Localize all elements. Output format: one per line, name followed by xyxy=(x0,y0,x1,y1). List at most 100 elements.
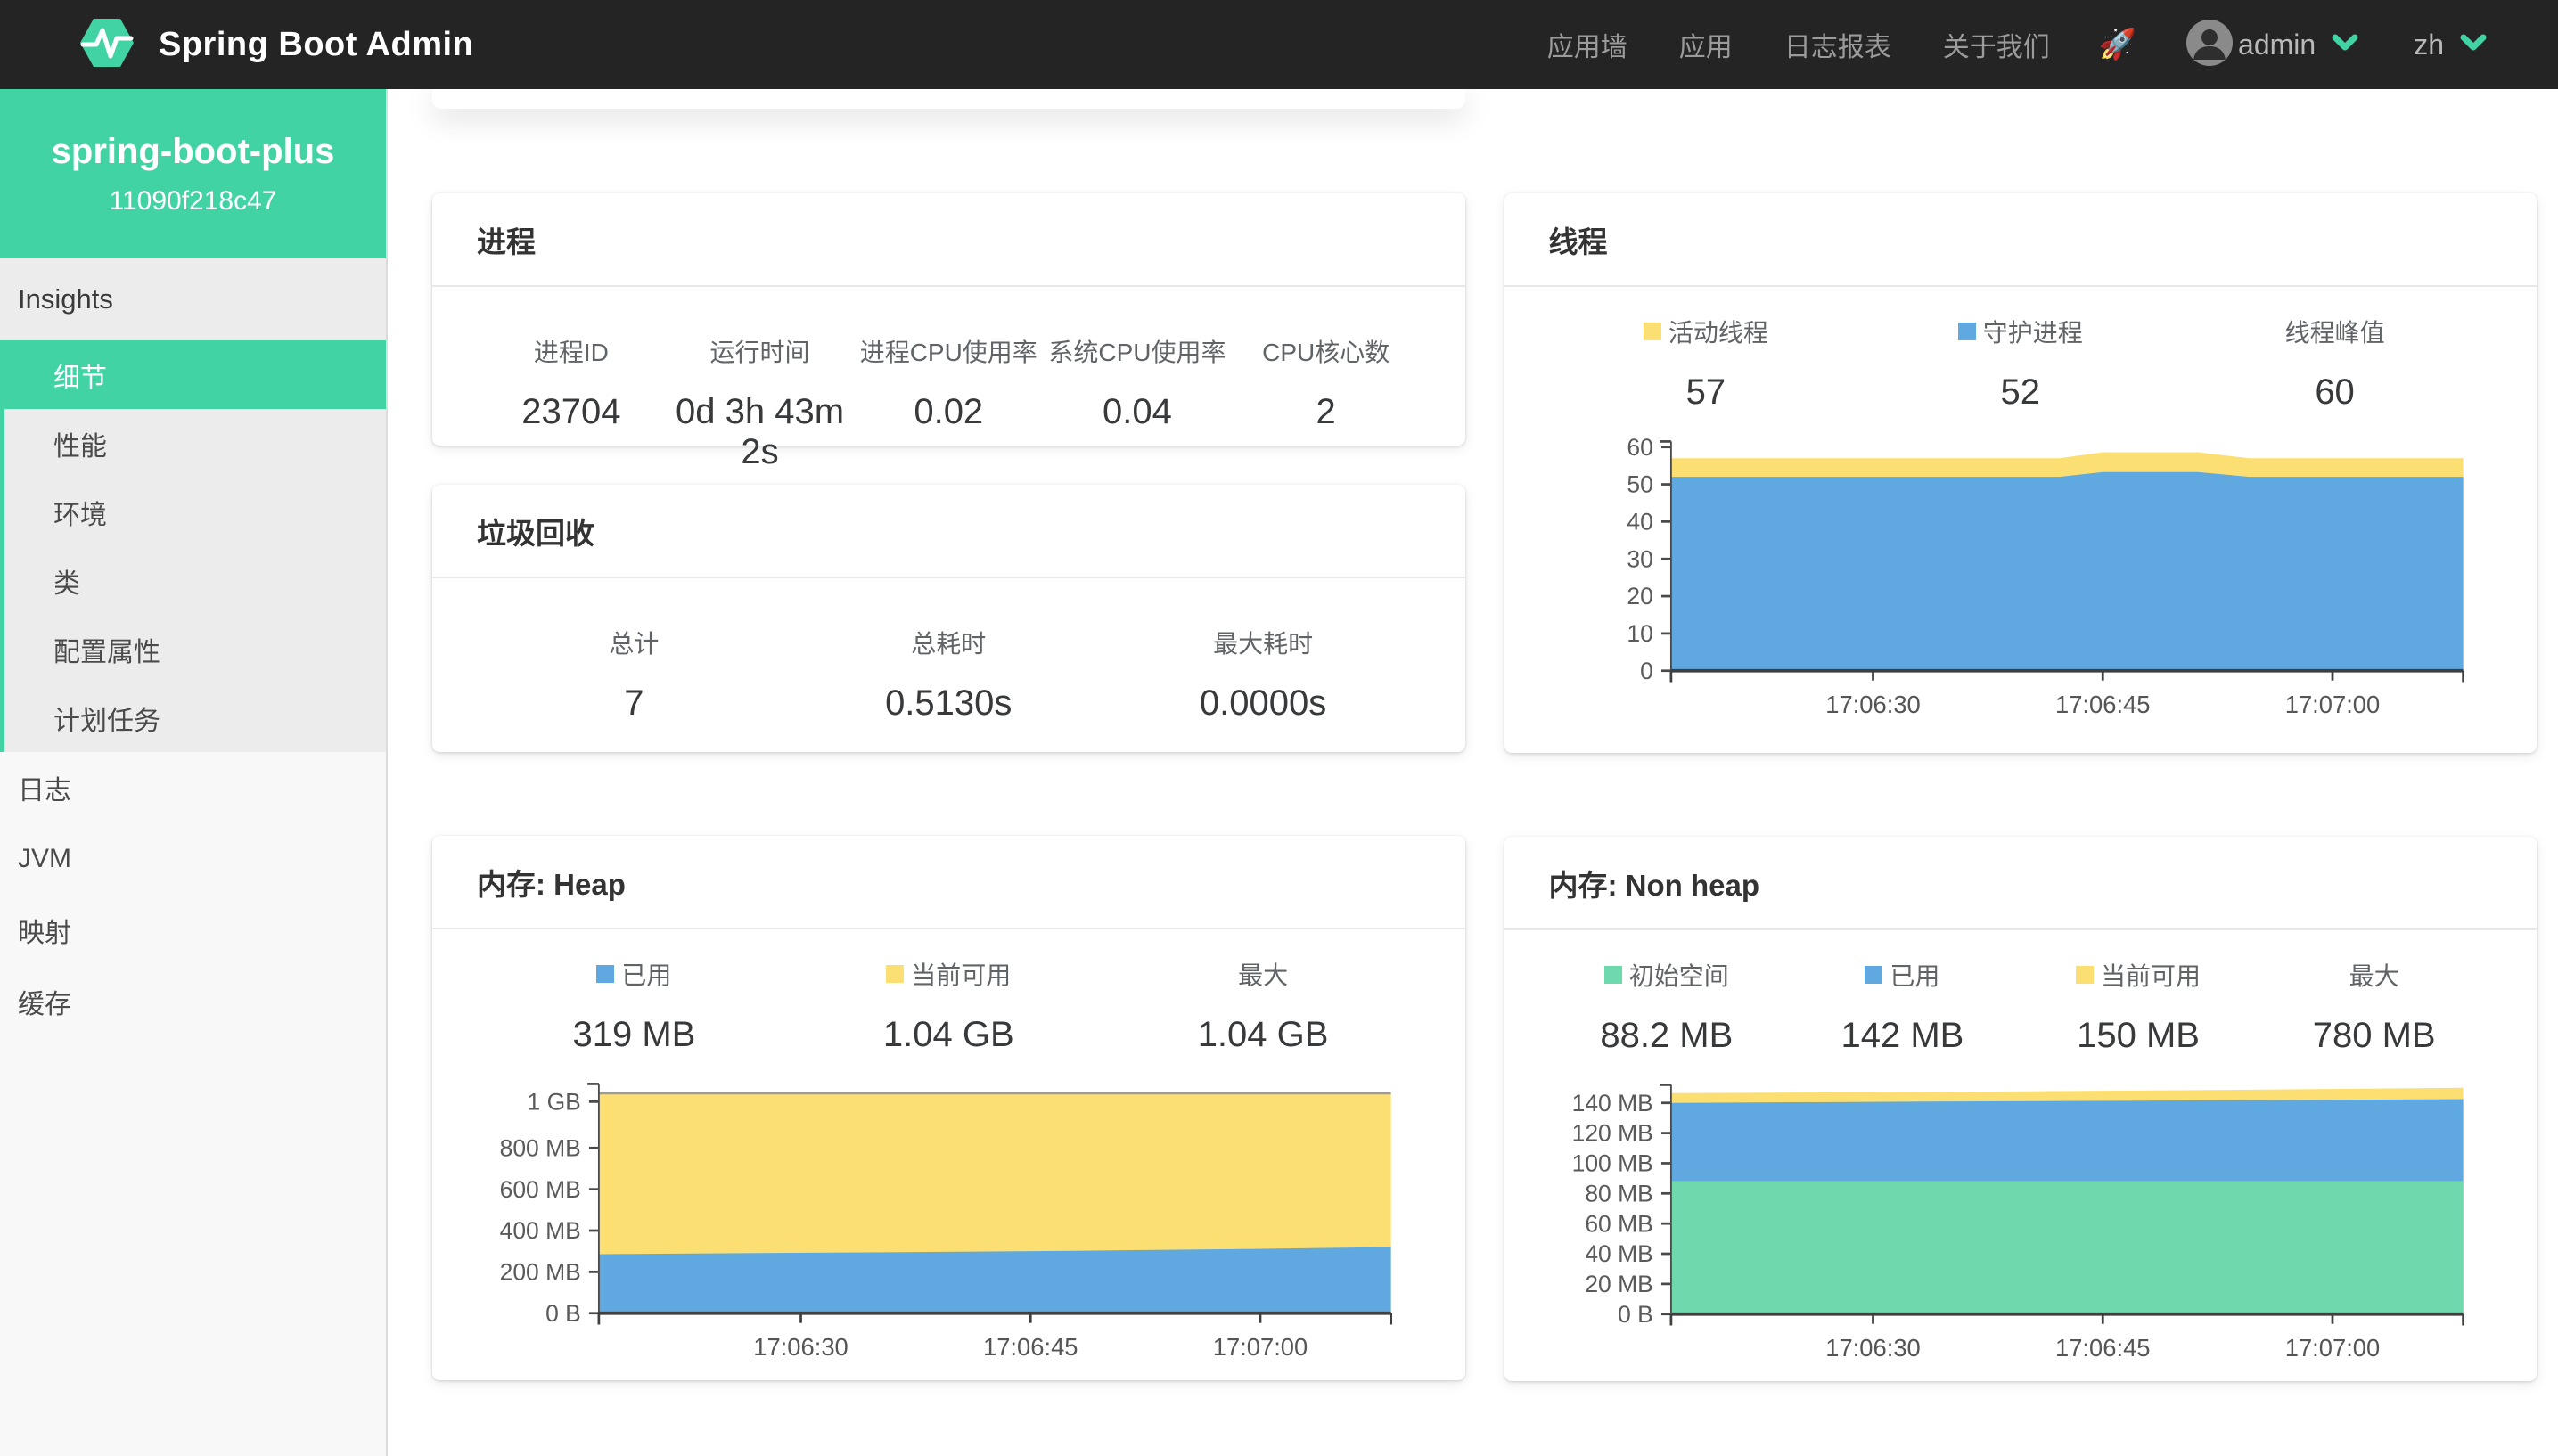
sidebar-item-3[interactable]: 缓存 xyxy=(0,966,386,1037)
sidebar: spring-boot-plus 11090f218c47 Insights 细… xyxy=(0,89,388,1456)
language-selector[interactable]: zh xyxy=(2414,29,2487,61)
heap-stat-0: 已用 319 MB xyxy=(477,956,791,1055)
stat-label: 已用 xyxy=(1784,957,2021,993)
svg-text:17:06:30: 17:06:30 xyxy=(1825,1334,1921,1362)
stat-value: 142 MB xyxy=(1784,1016,2021,1056)
stat-label: 进程CPU使用率 xyxy=(854,333,1043,369)
svg-text:600 MB: 600 MB xyxy=(500,1176,581,1203)
stat-value: 319 MB xyxy=(477,1015,791,1055)
stat-label: 当前可用 xyxy=(791,956,1106,992)
heap-memory-card: 内存: Heap 已用319 MB当前可用1.04 GB最大1.04 GB 0 … xyxy=(432,836,1465,1380)
stat-value: 0d 3h 43m 2s xyxy=(666,392,855,472)
stat-label: 初始空间 xyxy=(1549,957,1785,993)
gc-stat-1: 总耗时0.5130s xyxy=(791,625,1106,724)
stat-value: 0.0000s xyxy=(1106,683,1421,724)
sidebar-subitem-4[interactable]: 配置属性 xyxy=(4,615,386,683)
heap-stats: 已用319 MB当前可用1.04 GB最大1.04 GB xyxy=(477,956,1421,1055)
stat-value: 1.04 GB xyxy=(791,1015,1106,1055)
legend-swatch-icon xyxy=(2076,966,2094,984)
stat-label: 活动线程 xyxy=(1549,314,1864,349)
svg-text:17:07:00: 17:07:00 xyxy=(2284,1334,2380,1362)
threads-stats: 活动线程57守护进程52线程峰值60 xyxy=(1549,314,2493,413)
legend-swatch-icon xyxy=(886,965,904,983)
instance-id: 11090f218c47 xyxy=(0,186,386,217)
process-stat-0: 进程ID23704 xyxy=(477,333,666,472)
svg-text:140 MB: 140 MB xyxy=(1571,1090,1652,1117)
process-stat-1: 运行时间0d 3h 43m 2s xyxy=(666,333,855,472)
stat-value: 60 xyxy=(2177,372,2492,413)
stat-label: 进程ID xyxy=(477,333,666,369)
svg-text:200 MB: 200 MB xyxy=(500,1259,581,1286)
svg-text:800 MB: 800 MB xyxy=(500,1134,581,1161)
svg-text:80 MB: 80 MB xyxy=(1585,1180,1652,1207)
sidebar-item-1[interactable]: JVM xyxy=(0,823,386,895)
content-column-left: 进程 进程ID23704运行时间0d 3h 43m 2s进程CPU使用率0.02… xyxy=(432,89,1465,1381)
legend-swatch-icon xyxy=(1604,966,1622,984)
svg-text:400 MB: 400 MB xyxy=(500,1217,581,1244)
svg-text:17:06:45: 17:06:45 xyxy=(2055,1334,2151,1362)
svg-text:40: 40 xyxy=(1627,509,1652,536)
sidebar-item-2[interactable]: 映射 xyxy=(0,895,386,966)
navbar: Spring Boot Admin 应用墙应用日志报表关于我们 🚀 admin xyxy=(0,0,2558,89)
sidebar-subitem-2[interactable]: 环境 xyxy=(4,478,386,546)
rocket-icon[interactable]: 🚀 xyxy=(2076,27,2160,62)
stat-label: 最大耗时 xyxy=(1106,625,1421,660)
svg-text:1 GB: 1 GB xyxy=(528,1088,581,1115)
stat-value: 88.2 MB xyxy=(1549,1016,1785,1056)
stat-value: 0.02 xyxy=(854,392,1043,432)
threads-stat-2: 线程峰值60 xyxy=(2177,314,2492,413)
user-menu[interactable]: admin xyxy=(2186,20,2358,70)
svg-text:120 MB: 120 MB xyxy=(1571,1120,1652,1147)
nonheap-area-chart: 0 B20 MB40 MB60 MB80 MB100 MB120 MB140 M… xyxy=(1549,1070,2493,1372)
sidebar-insights-submenu: 细节性能环境类配置属性计划任务 xyxy=(0,340,386,752)
stat-label: 已用 xyxy=(477,956,791,992)
nonheap-stats: 初始空间88.2 MB已用142 MB当前可用150 MB最大780 MB xyxy=(1549,957,2493,1056)
sidebar-subitem-3[interactable]: 类 xyxy=(4,546,386,615)
partial-card-top xyxy=(432,89,1465,109)
heap-card-title: 内存: Heap xyxy=(432,836,1465,929)
svg-text:30: 30 xyxy=(1627,545,1652,572)
legend-swatch-icon xyxy=(1865,966,1882,984)
heap-area-chart: 0 B200 MB400 MB600 MB800 MB1 GB17:06:301… xyxy=(477,1069,1421,1371)
sidebar-item-insights[interactable]: Insights xyxy=(0,258,386,340)
stat-value: 0.04 xyxy=(1043,392,1232,432)
brand-title: Spring Boot Admin xyxy=(159,26,473,64)
sidebar-subitem-5[interactable]: 计划任务 xyxy=(4,683,386,752)
sidebar-subitem-1[interactable]: 性能 xyxy=(4,409,386,478)
sidebar-app-header: spring-boot-plus 11090f218c47 xyxy=(0,89,386,258)
sidebar-subitem-0[interactable]: 细节 xyxy=(0,340,386,409)
stat-value: 780 MB xyxy=(2256,1016,2492,1056)
gc-card: 垃圾回收 总计7总耗时0.5130s最大耗时0.0000s xyxy=(432,485,1465,752)
nav-menu: 应用墙应用日志报表关于我们 🚀 admin zh xyxy=(1521,20,2487,70)
nav-item-2[interactable]: 日志报表 xyxy=(1759,33,1917,62)
chevron-down-icon xyxy=(2332,34,2358,56)
threads-area-chart: 010203040506017:06:3017:06:4517:07:00 xyxy=(1549,427,2493,729)
svg-text:0: 0 xyxy=(1640,658,1653,684)
stat-label: CPU核心数 xyxy=(1232,333,1421,369)
nav-item-1[interactable]: 应用 xyxy=(1653,33,1759,62)
avatar-icon xyxy=(2186,20,2233,70)
gc-stat-0: 总计7 xyxy=(477,625,791,724)
threads-card-title: 线程 xyxy=(1504,193,2538,287)
svg-text:17:06:45: 17:06:45 xyxy=(983,1333,1078,1361)
stat-label: 当前可用 xyxy=(2021,957,2257,993)
stat-label: 最大 xyxy=(2256,957,2492,993)
nonheap-stat-1: 已用 142 MB xyxy=(1784,957,2021,1056)
brand[interactable]: Spring Boot Admin xyxy=(78,14,473,76)
svg-text:17:07:00: 17:07:00 xyxy=(1213,1333,1308,1361)
svg-text:17:07:00: 17:07:00 xyxy=(2284,691,2380,718)
stat-value: 2 xyxy=(1232,392,1421,432)
nav-item-3[interactable]: 关于我们 xyxy=(1917,33,2076,62)
nav-item-0[interactable]: 应用墙 xyxy=(1521,33,1653,62)
stat-value: 7 xyxy=(477,683,791,724)
stat-label: 总耗时 xyxy=(791,625,1106,660)
app-name: spring-boot-plus xyxy=(0,132,386,172)
chevron-down-icon xyxy=(2460,34,2487,56)
process-stat-4: CPU核心数 2 xyxy=(1232,333,1421,472)
svg-text:20 MB: 20 MB xyxy=(1585,1271,1652,1297)
sidebar-item-0[interactable]: 日志 xyxy=(0,752,386,823)
svg-text:17:06:30: 17:06:30 xyxy=(753,1333,849,1361)
svg-text:17:06:30: 17:06:30 xyxy=(1825,691,1921,718)
process-stat-2: 进程CPU使用率 0.02 xyxy=(854,333,1043,472)
threads-stat-1: 守护进程52 xyxy=(1863,314,2177,413)
